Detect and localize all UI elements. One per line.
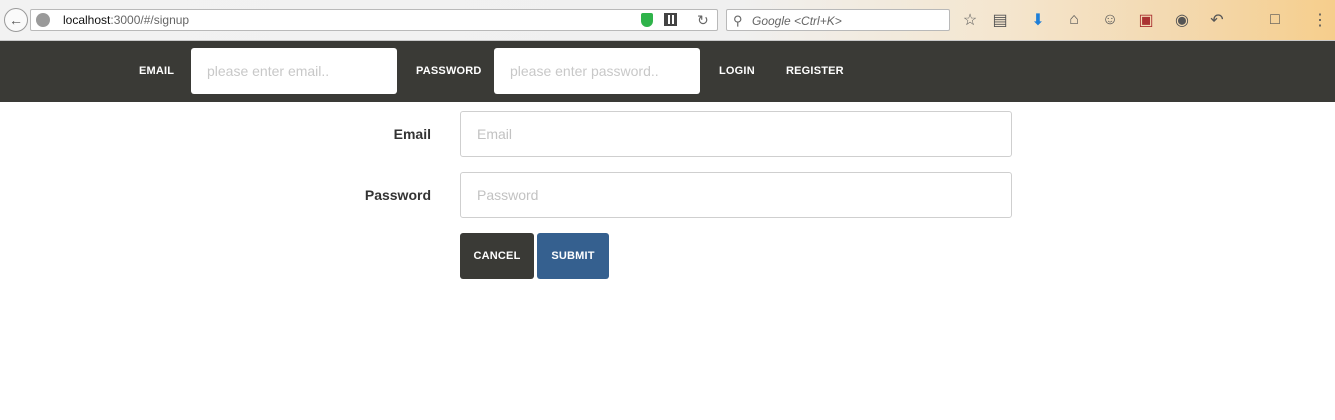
email-field-label: Email [393,126,431,142]
smiley-icon[interactable]: ☺ [1100,10,1120,30]
nav-email-input[interactable] [191,48,397,94]
bookmark-star-icon[interactable]: ☆ [960,10,980,30]
register-link[interactable]: REGISTER [786,65,844,77]
password-field-label: Password [364,187,431,203]
shield-extension-icon[interactable] [641,13,653,27]
undo-icon[interactable]: ↶ [1207,10,1227,30]
cancel-button[interactable]: CANCEL [460,233,534,279]
reload-icon[interactable]: ↻ [697,12,709,29]
bookmarks-list-icon[interactable]: ▤ [990,10,1010,30]
address-bar[interactable]: localhost:3000/#/signup ↻ [30,9,718,31]
menu-icon[interactable]: ⋮ [1310,10,1330,30]
url-host: localhost [63,13,111,27]
addon-icon[interactable]: ▣ [1136,10,1156,30]
url-path: :3000/#/signup [110,13,190,27]
back-arrow-icon: ← [9,12,23,28]
search-placeholder: Google <Ctrl+K> [752,14,842,28]
app-navbar: EMAIL PASSWORD LOGIN REGISTER [0,41,1335,102]
home-icon[interactable]: ⌂ [1064,10,1084,30]
back-button[interactable]: ← [4,8,28,32]
submit-button[interactable]: SUBMIT [537,233,609,279]
url-text: localhost:3000/#/signup [63,13,189,27]
password-field[interactable] [460,172,1012,218]
search-icon: ⚲ [733,13,743,28]
nav-password-input[interactable] [494,48,700,94]
download-icon[interactable]: ⬇ [1028,10,1048,30]
crop-icon[interactable]: □ [1265,10,1285,30]
search-bar[interactable]: ⚲ Google <Ctrl+K> [726,9,950,31]
globe-icon [36,13,50,27]
browser-toolbar: ← localhost:3000/#/signup ↻ ⚲ Google <Ct… [0,0,1335,41]
email-field[interactable] [460,111,1012,157]
nav-email-label: EMAIL [139,65,175,77]
nav-password-label: PASSWORD [416,65,482,77]
login-link[interactable]: LOGIN [719,65,755,77]
chat-bubble-icon[interactable]: ◉ [1172,10,1192,30]
qr-code-icon[interactable] [664,13,677,26]
